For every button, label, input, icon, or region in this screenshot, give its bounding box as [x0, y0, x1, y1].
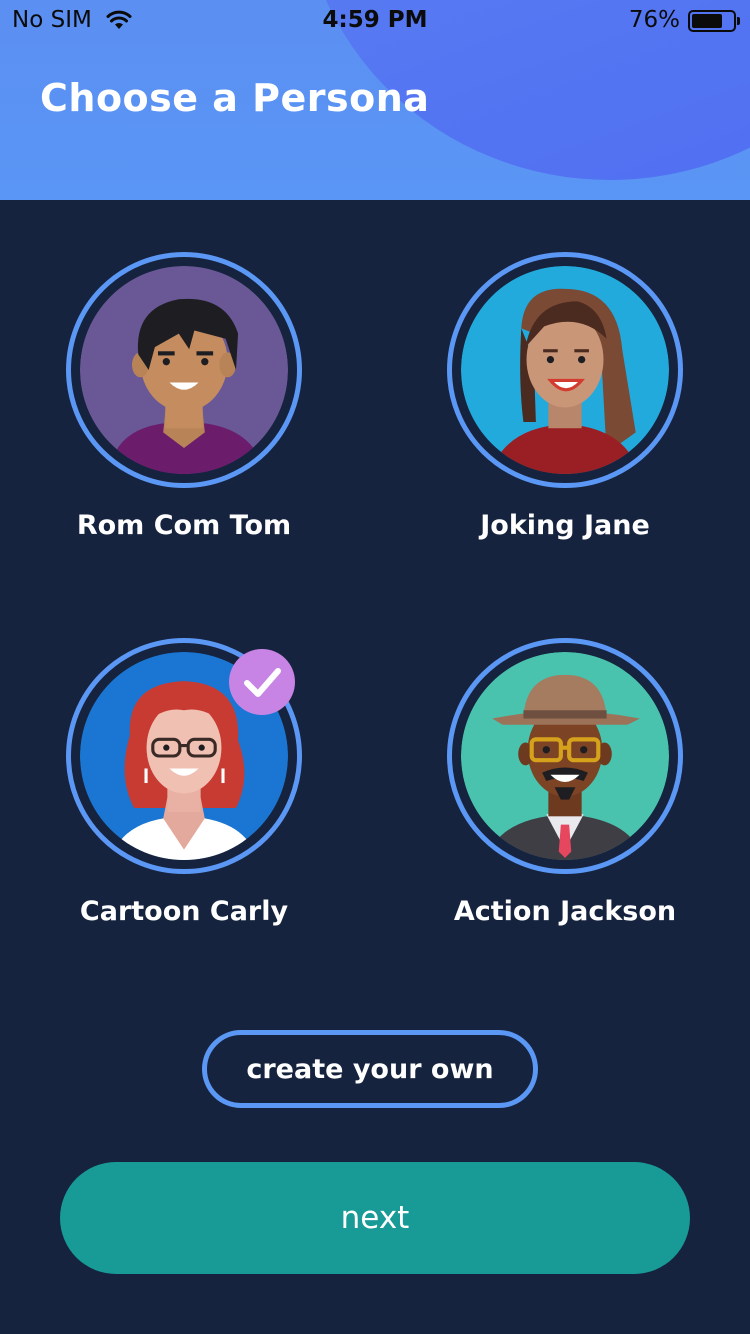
- avatar-ring[interactable]: [447, 638, 683, 874]
- next-button[interactable]: next: [60, 1162, 690, 1274]
- page-title: Choose a Persona: [40, 76, 430, 120]
- persona-card-cartoon-carly[interactable]: Cartoon Carly: [34, 638, 334, 927]
- persona-name: Action Jackson: [453, 896, 677, 927]
- create-your-own-button[interactable]: create your own: [202, 1030, 538, 1108]
- persona-card-action-jackson[interactable]: Action Jackson: [415, 638, 715, 927]
- persona-card-joking-jane[interactable]: Joking Jane: [415, 252, 715, 541]
- persona-name: Joking Jane: [480, 510, 650, 541]
- avatar-tom-icon: [80, 266, 288, 474]
- selected-check-icon: [229, 649, 295, 715]
- persona-card-rom-com-tom[interactable]: Rom Com Tom: [34, 252, 334, 541]
- status-bar: No SIM 4:59 PM 76%: [0, 0, 750, 40]
- avatar-ring[interactable]: [66, 638, 302, 874]
- avatar-jane-icon: [461, 266, 669, 474]
- header: No SIM 4:59 PM 76% Choose a Persona: [0, 0, 750, 200]
- persona-name: Cartoon Carly: [79, 896, 289, 927]
- avatar-jackson-icon: [461, 652, 669, 860]
- persona-name: Rom Com Tom: [76, 510, 292, 541]
- avatar-ring[interactable]: [447, 252, 683, 488]
- battery-percent: 76%: [628, 7, 680, 33]
- avatar-ring[interactable]: [66, 252, 302, 488]
- battery-icon: [688, 10, 740, 32]
